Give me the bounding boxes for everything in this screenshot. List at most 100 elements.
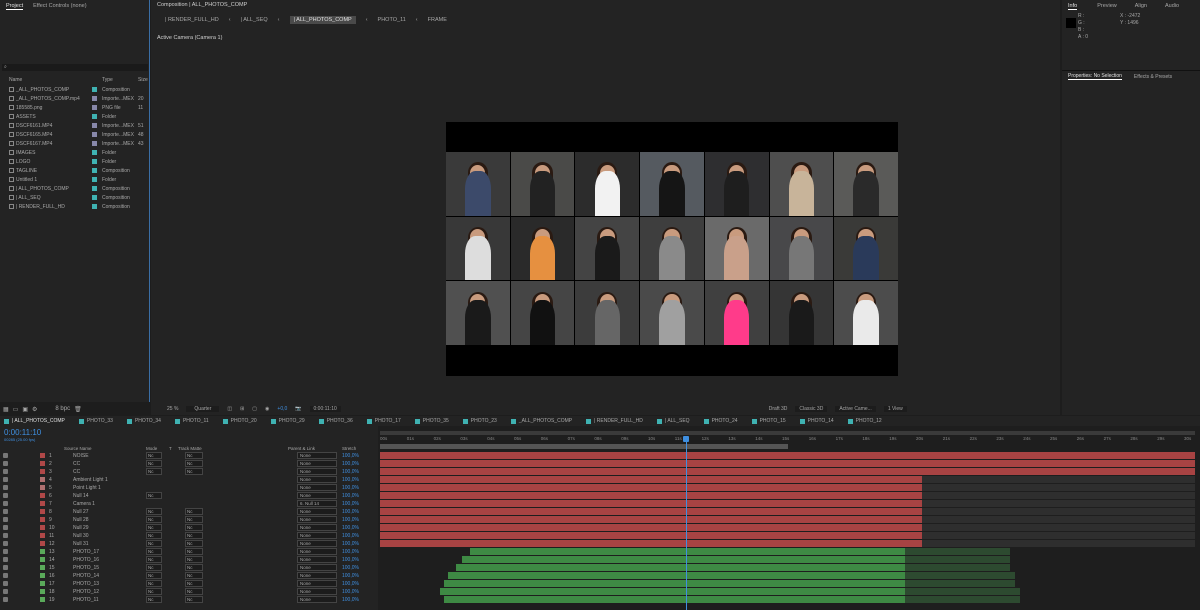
blend-mode-select[interactable]: Nc (146, 548, 162, 555)
stretch-value[interactable]: 100,0% (342, 557, 359, 563)
list-item[interactable]: ASSETS Folder (0, 112, 150, 121)
parent-select[interactable]: None (297, 548, 337, 555)
timeline-tab[interactable]: PHOTO_33 (78, 418, 113, 424)
stretch-value[interactable]: 100,0% (342, 509, 359, 515)
stretch-value[interactable]: 100,0% (342, 525, 359, 531)
new-folder-icon[interactable]: ▭ (13, 406, 19, 413)
track-matte-select[interactable]: Nc (185, 516, 203, 523)
visibility-toggle[interactable] (3, 589, 8, 594)
table-row[interactable]: 11 Null 30 Nc Nc None 100,0% (0, 532, 378, 540)
blend-mode-select[interactable]: Nc (146, 596, 162, 603)
layer-name[interactable]: PHOTO_14 (73, 573, 99, 579)
list-item[interactable]: _ALL_PHOTOS_COMP Composition (0, 85, 150, 94)
timeline-tab[interactable]: | ALL_PHOTOS_COMP (4, 418, 65, 424)
layer-name[interactable]: Point Light 1 (73, 485, 101, 491)
list-item[interactable]: | ALL_SEQ Composition (0, 193, 150, 202)
label-color[interactable] (92, 168, 97, 173)
stretch-value[interactable]: 100,0% (342, 501, 359, 507)
label-color[interactable] (40, 509, 45, 514)
table-row[interactable]: 14 PHOTO_16 Nc Nc None 100,0% (0, 556, 378, 564)
work-area-range[interactable] (380, 444, 788, 449)
label-color[interactable] (40, 501, 45, 506)
breadcrumb-item[interactable]: | RENDER_FULL_HD (165, 17, 219, 23)
list-item[interactable]: | RENDER_FULL_HD Composition (0, 202, 150, 211)
list-item[interactable]: 185585.png PNG file 11 (0, 103, 150, 112)
layer-bar[interactable] (380, 540, 922, 547)
visibility-toggle[interactable] (3, 469, 8, 474)
parent-select[interactable]: None (297, 564, 337, 571)
col-t[interactable]: T (169, 446, 172, 451)
timeline-tab[interactable]: PHOTO_20 (222, 418, 257, 424)
parent-select[interactable]: None (297, 476, 337, 483)
label-color[interactable] (40, 493, 45, 498)
timeline-tab[interactable]: PHOTO_14 (799, 418, 834, 424)
label-color[interactable] (40, 477, 45, 482)
track-matte-select[interactable]: Nc (185, 468, 203, 475)
parent-select[interactable]: None (297, 492, 337, 499)
list-item[interactable]: DSCF6165.MP4 Importe...MEX 48 (0, 130, 150, 139)
stretch-value[interactable]: 100,0% (342, 581, 359, 587)
col-source-name[interactable]: Source Name (64, 446, 92, 451)
layer-bar[interactable] (440, 588, 905, 595)
timeline-tab[interactable]: | ALL_SEQ (656, 418, 690, 424)
label-color[interactable] (92, 204, 97, 209)
playhead-handle[interactable] (683, 436, 689, 442)
label-color[interactable] (40, 557, 45, 562)
blend-mode-select[interactable]: Nc (146, 564, 162, 571)
settings-icon[interactable]: ⚙ (32, 406, 37, 413)
track-matte-select[interactable]: Nc (185, 532, 203, 539)
layer-bar[interactable] (380, 516, 922, 523)
col-type[interactable]: Type (102, 77, 113, 83)
blend-mode-select[interactable]: Nc (146, 532, 162, 539)
stretch-value[interactable]: 100,0% (342, 517, 359, 523)
layer-bar[interactable] (380, 492, 922, 499)
label-color[interactable] (40, 573, 45, 578)
stretch-value[interactable]: 100,0% (342, 493, 359, 499)
table-row[interactable]: 18 PHOTO_12 Nc Nc None 100,0% (0, 588, 378, 596)
layer-bar[interactable] (380, 508, 922, 515)
blend-mode-select[interactable]: Nc (146, 524, 162, 531)
parent-select[interactable]: None (297, 524, 337, 531)
layer-bar[interactable] (380, 460, 1195, 467)
label-color[interactable] (92, 150, 97, 155)
parent-select[interactable]: None (297, 588, 337, 595)
layer-bar[interactable] (456, 564, 905, 571)
table-row[interactable]: 12 Null 31 Nc Nc None 100,0% (0, 540, 378, 548)
parent-select[interactable]: None (297, 580, 337, 587)
label-color[interactable] (40, 525, 45, 530)
table-row[interactable]: 3 CC Nc Nc None 100,0% (0, 468, 378, 476)
table-row[interactable]: 9 Null 28 Nc Nc None 100,0% (0, 516, 378, 524)
visibility-toggle[interactable] (3, 573, 8, 578)
label-color[interactable] (40, 565, 45, 570)
table-row[interactable]: 4 Ambient Light 1 None 100,0% (0, 476, 378, 484)
visibility-toggle[interactable] (3, 461, 8, 466)
layer-name[interactable]: Null 28 (73, 517, 89, 523)
col-stretch[interactable]: Stretch (342, 446, 356, 451)
breadcrumb-item[interactable]: PHOTO_11 (378, 17, 406, 23)
stretch-value[interactable]: 100,0% (342, 469, 359, 475)
stretch-value[interactable]: 100,0% (342, 541, 359, 547)
label-color[interactable] (92, 96, 97, 101)
list-item[interactable]: _ALL_PHOTOS_COMP.mp4 Importe...MEX 20 (0, 94, 150, 103)
stretch-value[interactable]: 100,0% (342, 477, 359, 483)
tab-info[interactable]: Info (1068, 3, 1078, 10)
parent-select[interactable]: None (297, 468, 337, 475)
stretch-value[interactable]: 100,0% (342, 453, 359, 459)
blend-mode-select[interactable]: Nc (146, 460, 162, 467)
tab-preview[interactable]: Preview (1097, 3, 1117, 9)
blend-mode-select[interactable]: Nc (146, 468, 162, 475)
renderer-label[interactable]: Draft 3D (769, 406, 788, 412)
camera-select[interactable]: Active Came... (835, 405, 876, 412)
track-matte-select[interactable]: Nc (185, 596, 203, 603)
parent-select[interactable]: None (297, 572, 337, 579)
label-color[interactable] (40, 541, 45, 546)
table-row[interactable]: 13 PHOTO_17 Nc Nc None 100,0% (0, 548, 378, 556)
label-color[interactable] (92, 114, 97, 119)
parent-select[interactable]: None (297, 540, 337, 547)
list-item[interactable]: Untitled 1 Folder (0, 175, 150, 184)
table-row[interactable]: 8 Null 27 Nc Nc None 100,0% (0, 508, 378, 516)
exposure-value[interactable]: +0,0 (277, 406, 287, 412)
label-color[interactable] (40, 485, 45, 490)
table-row[interactable]: 10 Null 29 Nc Nc None 100,0% (0, 524, 378, 532)
work-area-bar[interactable] (380, 431, 1195, 435)
